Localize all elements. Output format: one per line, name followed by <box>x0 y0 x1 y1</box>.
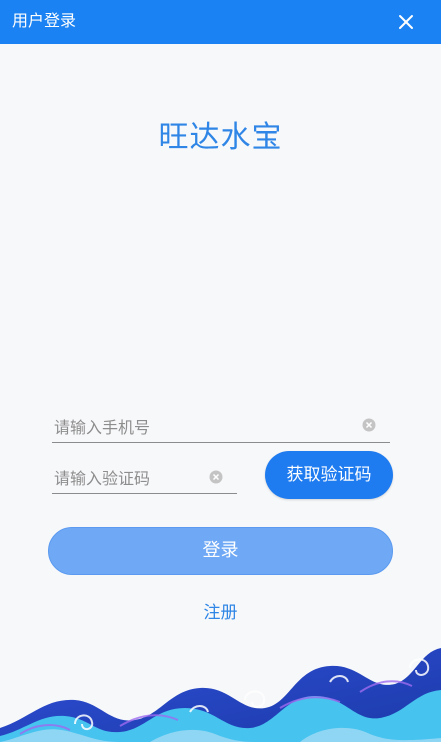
ocean-waves-illustration <box>0 648 441 742</box>
clear-circle-icon <box>209 470 223 484</box>
phone-input[interactable] <box>54 412 354 442</box>
title-bar: 用户登录 <box>0 0 441 44</box>
clear-circle-icon <box>362 418 376 432</box>
verification-code-input[interactable] <box>54 463 204 493</box>
get-verification-code-button[interactable]: 获取验证码 <box>265 451 393 499</box>
register-link[interactable]: 注册 <box>0 598 441 623</box>
close-icon <box>399 15 413 29</box>
page-title: 用户登录 <box>12 11 77 30</box>
close-button[interactable] <box>390 6 422 38</box>
app-name: 旺达水宝 <box>158 120 283 155</box>
verification-code-field <box>52 463 237 494</box>
login-button[interactable]: 登录 <box>48 527 393 575</box>
clear-phone-button[interactable] <box>362 417 376 432</box>
clear-code-button[interactable] <box>209 469 223 484</box>
phone-field <box>52 412 390 443</box>
